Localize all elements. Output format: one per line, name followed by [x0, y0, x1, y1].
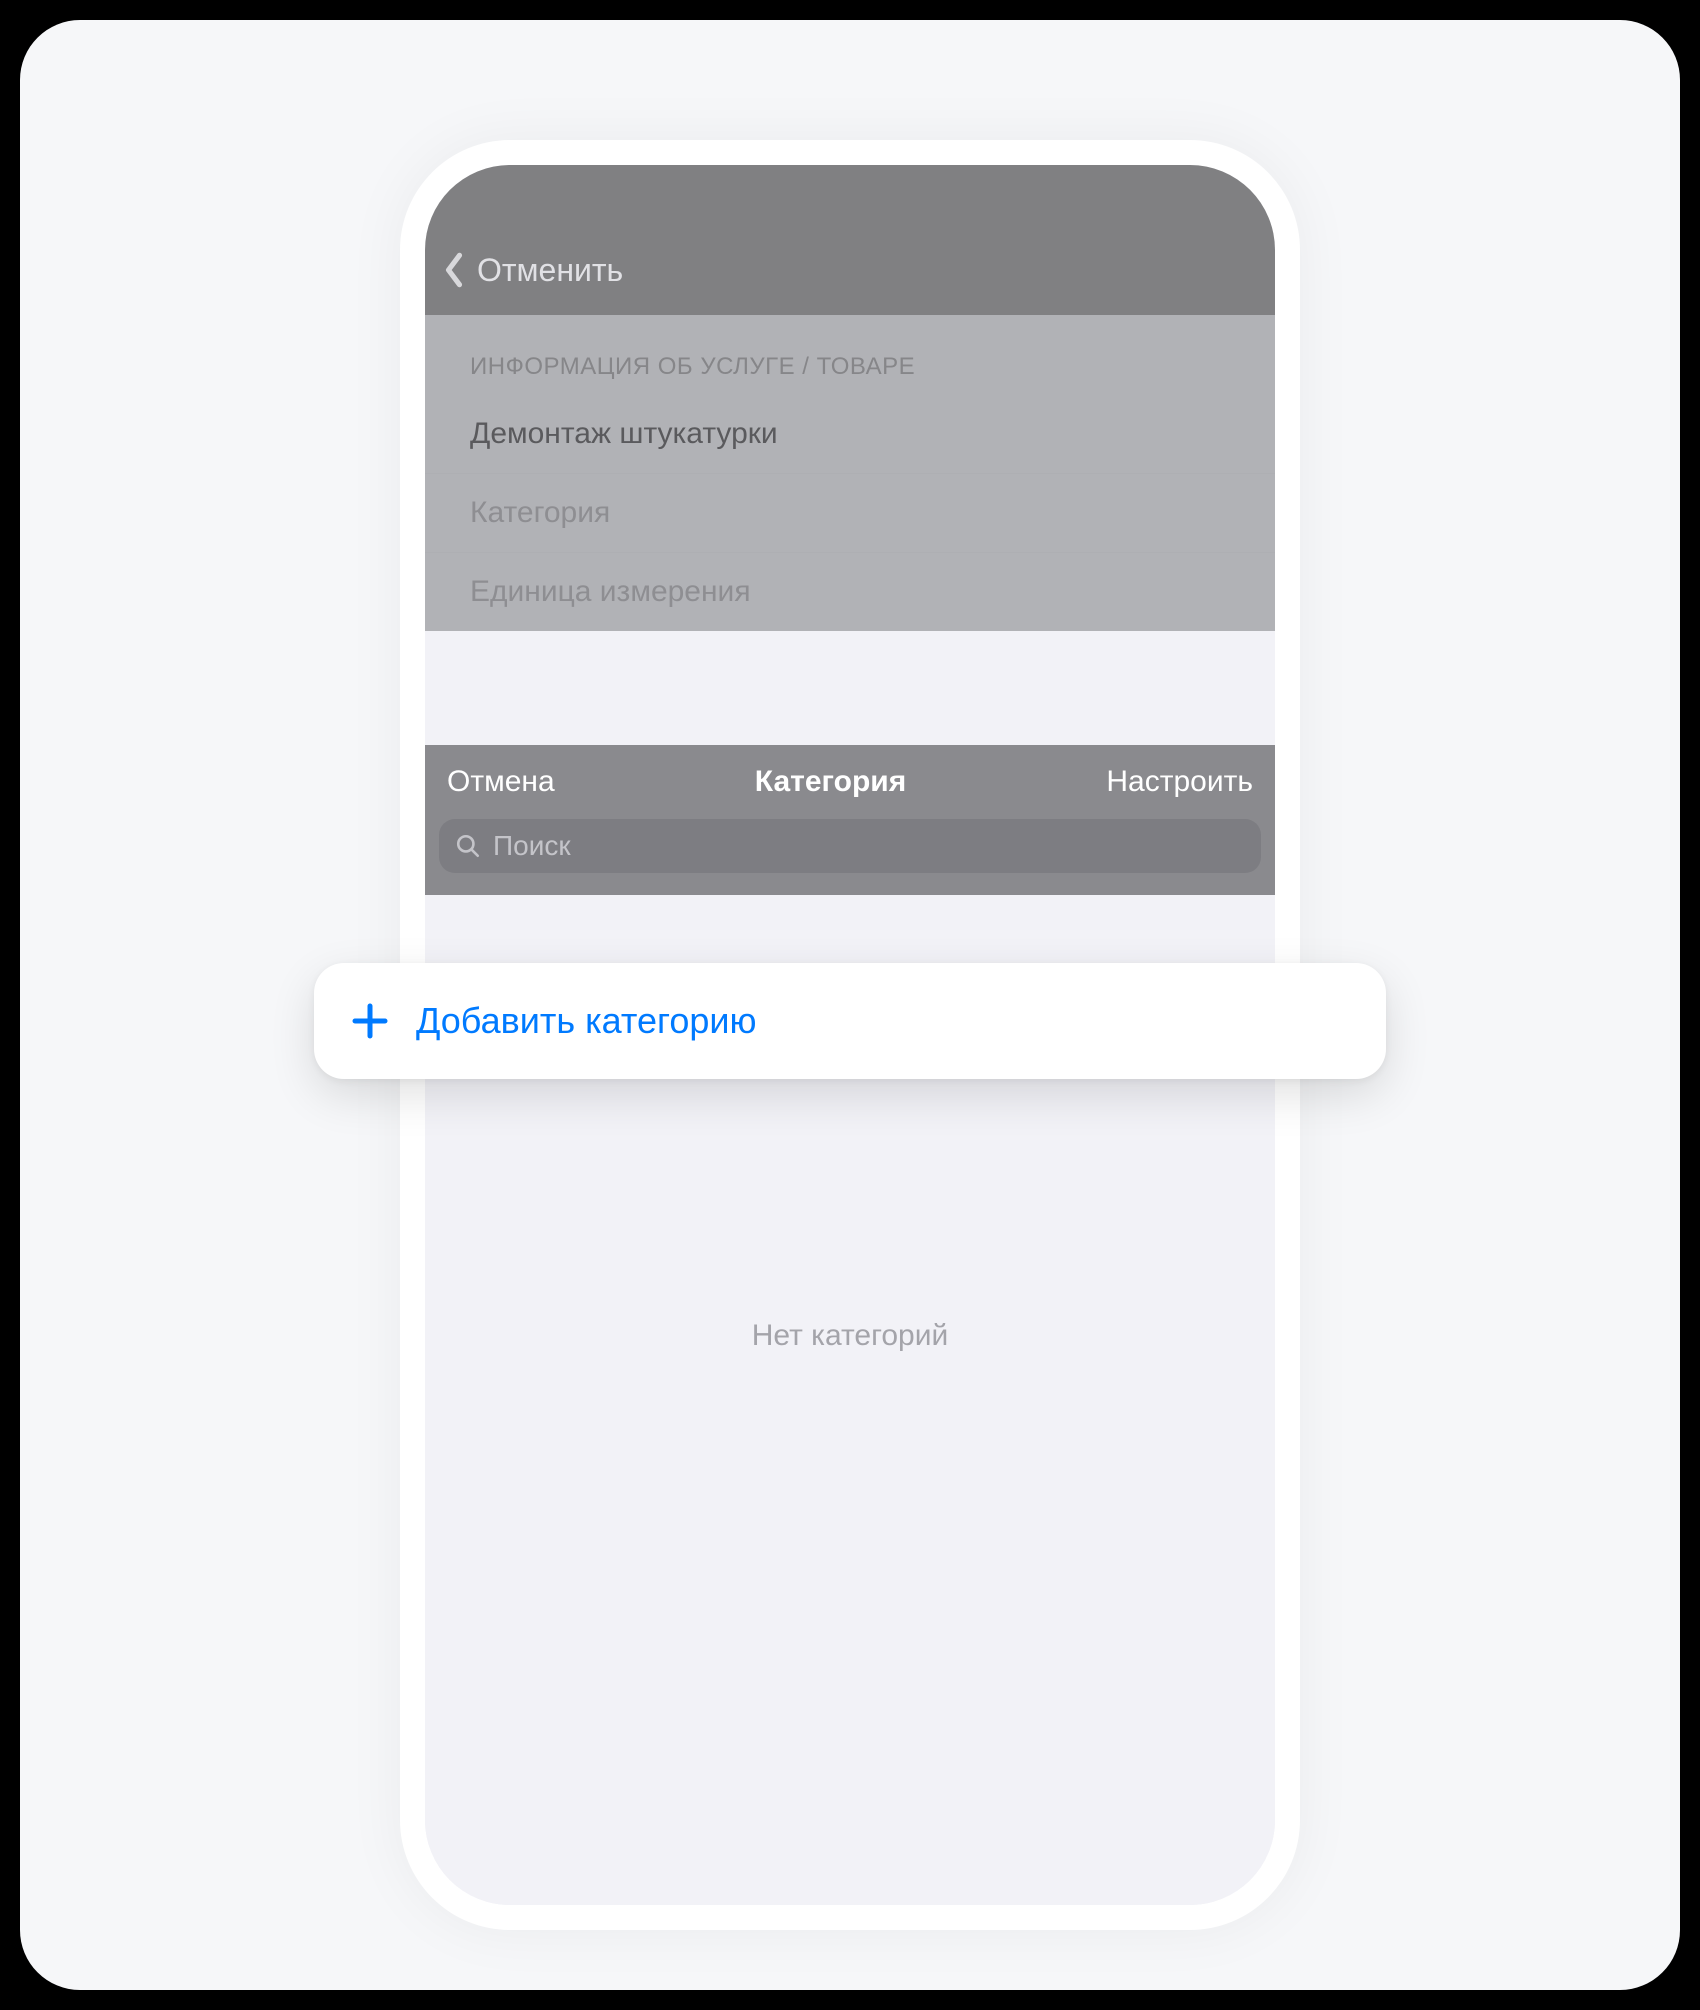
empty-state-label: Нет категорий	[425, 1319, 1275, 1353]
background-section-header: ИНФОРМАЦИЯ ОБ УСЛУГЕ / ТОВАРЕ	[425, 315, 1275, 395]
page-card: Отменить ИНФОРМАЦИЯ ОБ УСЛУГЕ / ТОВАРЕ Д…	[20, 20, 1680, 1990]
category-picker-sheet: Отмена Категория Настроить	[425, 745, 1275, 1905]
plus-icon	[350, 1001, 390, 1041]
background-name-row: Демонтаж штукатурки	[425, 395, 1275, 474]
background-unit-row: Единица измерения	[425, 553, 1275, 631]
picker-header: Отмена Категория Настроить	[425, 745, 1275, 819]
background-category-row: Категория	[425, 474, 1275, 553]
back-chevron-icon	[443, 251, 465, 289]
picker-cancel-button[interactable]: Отмена	[447, 765, 555, 799]
background-cancel-label: Отменить	[477, 252, 623, 289]
search-wrapper	[425, 819, 1275, 895]
search-icon	[455, 833, 481, 859]
search-field[interactable]	[439, 819, 1261, 873]
picker-title: Категория	[755, 765, 906, 799]
search-input[interactable]	[493, 830, 1245, 862]
background-navbar: Отменить	[425, 165, 1275, 315]
add-category-button[interactable]: Добавить категорию	[314, 963, 1386, 1079]
add-category-label: Добавить категорию	[416, 1000, 756, 1042]
background-section: ИНФОРМАЦИЯ ОБ УСЛУГЕ / ТОВАРЕ Демонтаж ш…	[425, 315, 1275, 631]
picker-configure-button[interactable]: Настроить	[1106, 765, 1253, 799]
